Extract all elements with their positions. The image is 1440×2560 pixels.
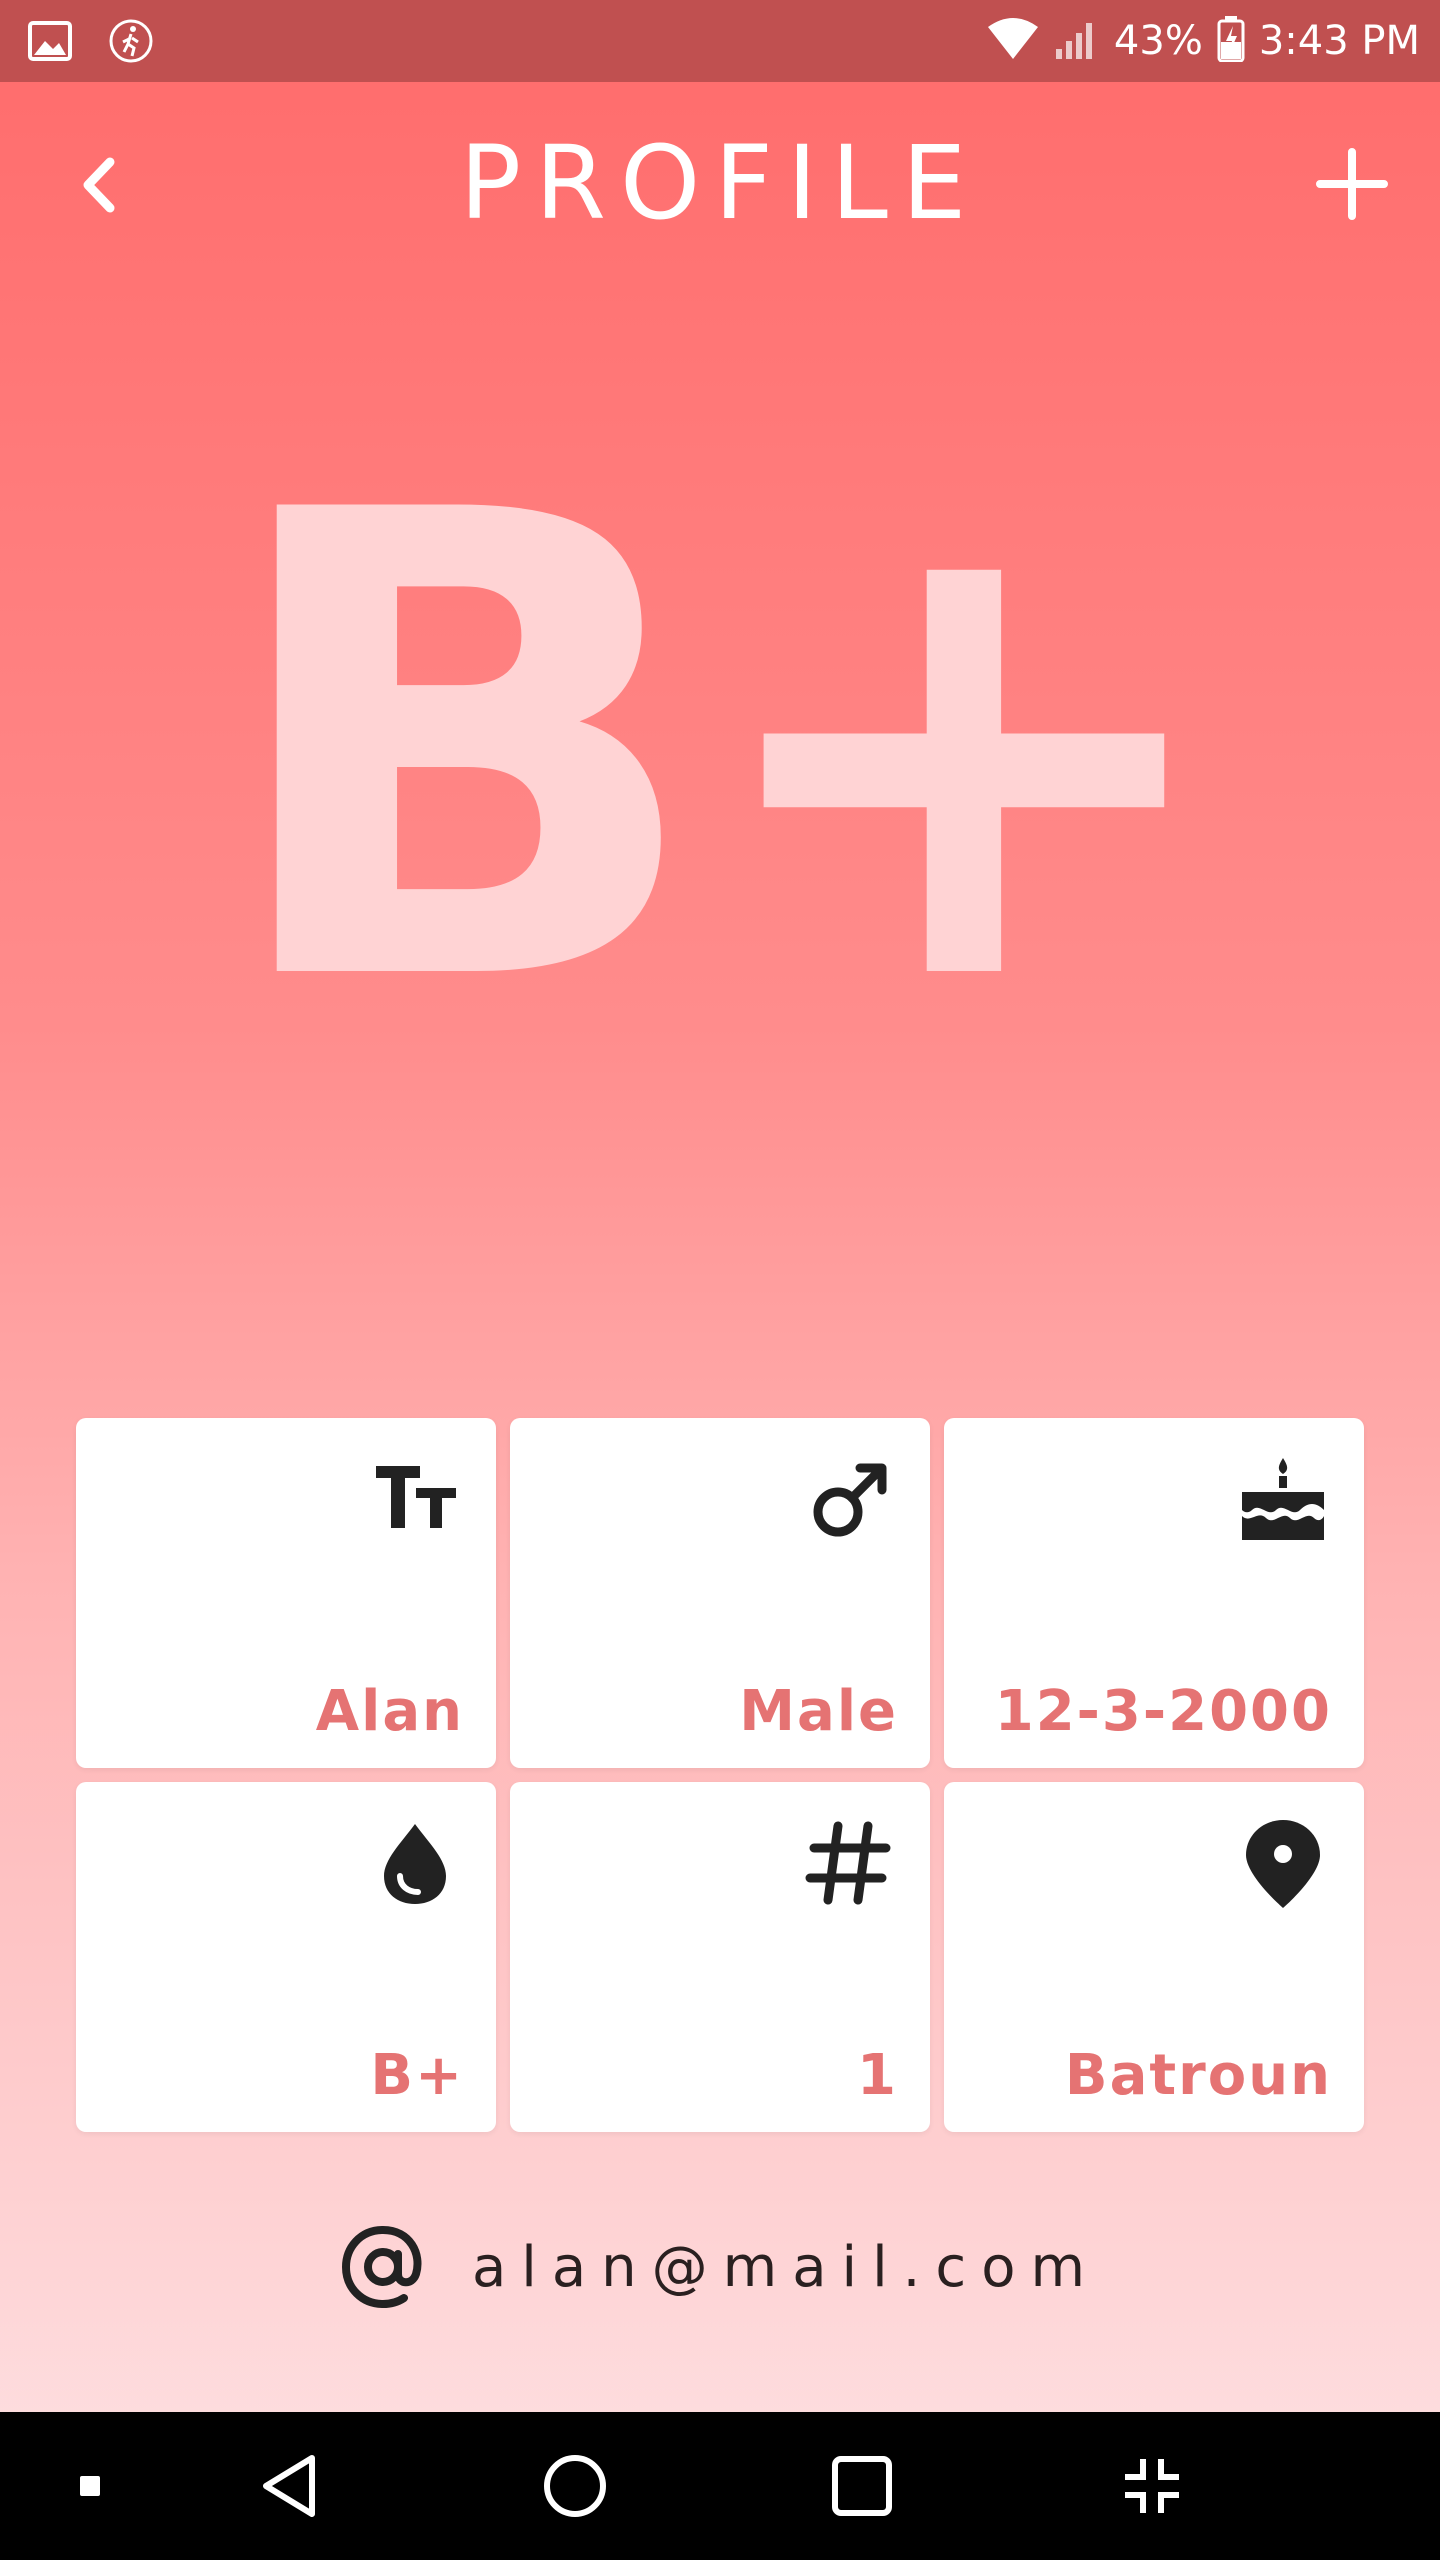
profile-info-grid: Alan Male 12-3-2000 B+ 1 Batroun bbox=[76, 1418, 1364, 2132]
image-icon bbox=[28, 21, 72, 65]
blood-drop-icon bbox=[370, 1818, 460, 1908]
email-address[interactable]: alan@mail.com bbox=[472, 2235, 1100, 2300]
birthday-cake-icon bbox=[1238, 1454, 1328, 1544]
app-header: PROFILE bbox=[0, 110, 1440, 250]
wifi-icon bbox=[986, 17, 1040, 65]
add-button[interactable] bbox=[1314, 146, 1390, 222]
card-gender[interactable]: Male bbox=[510, 1418, 930, 1768]
map-pin-icon bbox=[1238, 1818, 1328, 1908]
walking-icon bbox=[108, 18, 154, 68]
male-icon bbox=[804, 1454, 894, 1544]
square-dot-icon[interactable] bbox=[60, 2412, 120, 2560]
card-location[interactable]: Batroun bbox=[944, 1782, 1364, 2132]
email-row: alan@mail.com bbox=[0, 2222, 1440, 2312]
page-title: PROFILE bbox=[459, 124, 981, 243]
card-name[interactable]: Alan bbox=[76, 1418, 496, 1768]
text-size-icon bbox=[370, 1454, 460, 1544]
card-blood-type[interactable]: B+ bbox=[76, 1782, 496, 2132]
status-bar: 43% 3:43 PM bbox=[0, 0, 1440, 82]
blood-type-hero: B+ bbox=[217, 377, 1232, 1122]
collapse-icon[interactable] bbox=[1102, 2412, 1202, 2560]
system-nav-bar bbox=[0, 2412, 1440, 2560]
card-value: Batroun bbox=[1064, 2043, 1332, 2108]
hash-icon bbox=[804, 1818, 894, 1908]
signal-icon bbox=[1054, 17, 1100, 65]
at-sign-icon bbox=[340, 2224, 426, 2310]
recents-square-icon[interactable] bbox=[812, 2412, 912, 2560]
card-value: B+ bbox=[370, 2043, 464, 2108]
card-value: Male bbox=[739, 1679, 898, 1744]
back-triangle-icon[interactable] bbox=[240, 2412, 340, 2560]
battery-charging-icon bbox=[1217, 16, 1245, 66]
card-value: 1 bbox=[857, 2043, 898, 2108]
battery-percent: 43% bbox=[1113, 18, 1203, 64]
card-value: Alan bbox=[315, 1679, 464, 1744]
home-circle-icon[interactable] bbox=[525, 2412, 625, 2560]
card-birthday[interactable]: 12-3-2000 bbox=[944, 1418, 1364, 1768]
card-number[interactable]: 1 bbox=[510, 1782, 930, 2132]
clock: 3:43 PM bbox=[1258, 18, 1420, 64]
card-value: 12-3-2000 bbox=[994, 1679, 1332, 1744]
plus-icon bbox=[1316, 148, 1388, 220]
